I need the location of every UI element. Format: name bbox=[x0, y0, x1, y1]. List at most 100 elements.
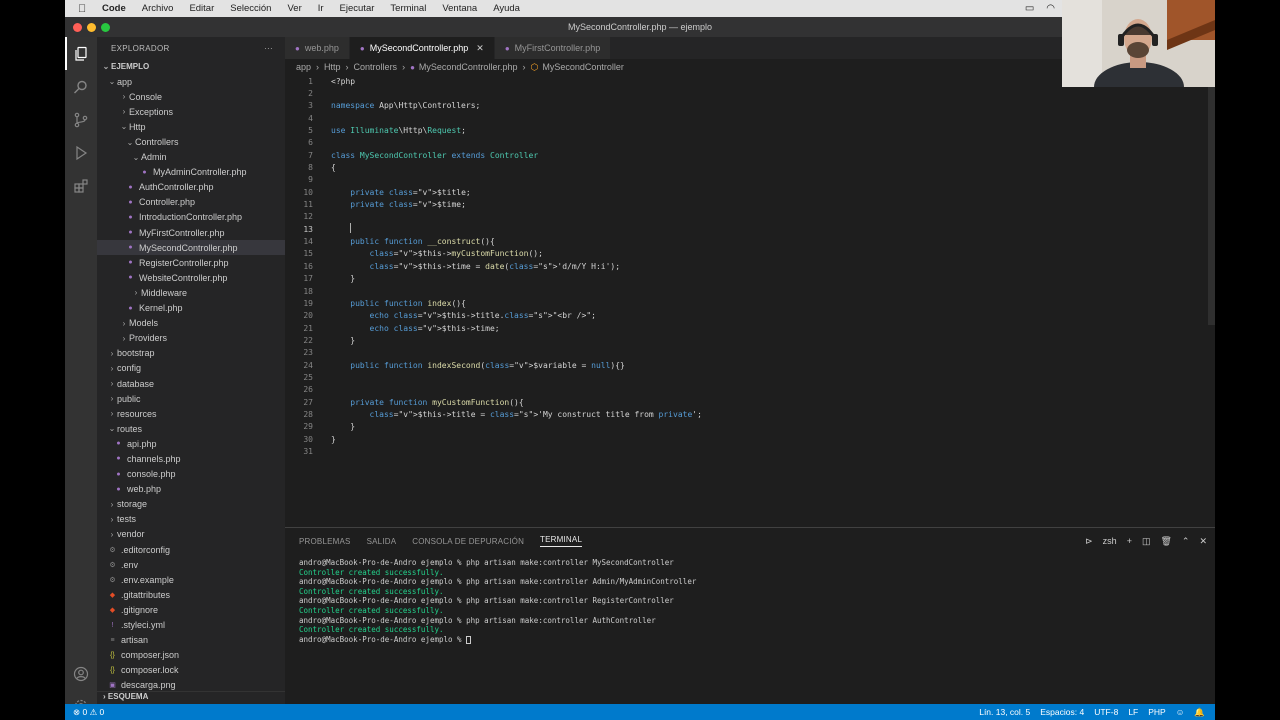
tree-folder[interactable]: › Providers bbox=[97, 331, 285, 346]
cursor-position[interactable]: Lín. 13, col. 5 bbox=[979, 707, 1030, 718]
tree-item-label: config bbox=[117, 363, 142, 374]
encoding-status[interactable]: UTF-8 bbox=[1094, 707, 1118, 718]
tree-folder[interactable]: › storage bbox=[97, 497, 285, 512]
extensions-icon[interactable] bbox=[65, 169, 97, 202]
code-editor[interactable]: 1 <?php 2 3 namespace App\Http\Controllers; 4… bbox=[285, 75, 1215, 525]
chevron-right-icon: › bbox=[134, 288, 138, 298]
tree-file[interactable]: ● channels.php bbox=[97, 451, 285, 466]
tree-folder[interactable]: › bootstrap bbox=[97, 346, 285, 361]
close-panel-icon[interactable]: ✕ bbox=[1199, 536, 1207, 547]
tree-folder[interactable]: › Models bbox=[97, 316, 285, 331]
tree-file[interactable]: ! .styleci.yml bbox=[97, 617, 285, 632]
eol-status[interactable]: LF bbox=[1128, 707, 1138, 718]
menu-seleccion[interactable]: Selección bbox=[230, 3, 271, 14]
tree-file[interactable]: ● Controller.php bbox=[97, 195, 285, 210]
explorer-activity-icon[interactable] bbox=[65, 37, 97, 70]
tree-folder[interactable]: ⌄ app bbox=[97, 74, 285, 89]
tree-file[interactable]: ● MyAdminController.php bbox=[97, 165, 285, 180]
search-activity-icon[interactable] bbox=[65, 70, 97, 103]
tree-file[interactable]: ⚙ .editorconfig bbox=[97, 542, 285, 557]
menu-ejecutar[interactable]: Ejecutar bbox=[340, 3, 375, 14]
new-terminal-icon[interactable]: + bbox=[1127, 536, 1132, 547]
feedback-icon[interactable]: ☺ bbox=[1176, 707, 1185, 718]
trash-icon[interactable]: 🗑 bbox=[1160, 536, 1171, 547]
tab-mysecondcontroller[interactable]: ● MySecondController.php ✕ bbox=[349, 37, 495, 59]
tree-file[interactable]: {} composer.lock bbox=[97, 663, 285, 678]
editor-scrollbar[interactable] bbox=[1208, 75, 1215, 325]
minimize-window-button[interactable] bbox=[87, 22, 96, 32]
tree-folder[interactable]: ⌄ Controllers bbox=[97, 134, 285, 149]
menu-ver[interactable]: Ver bbox=[287, 3, 301, 14]
notifications-bell-icon[interactable]: 🔔 bbox=[1194, 707, 1205, 718]
tree-file[interactable]: ● WebsiteController.php bbox=[97, 270, 285, 285]
tree-file[interactable]: {} composer.json bbox=[97, 648, 285, 663]
close-window-button[interactable] bbox=[73, 22, 82, 32]
menu-ir[interactable]: Ir bbox=[318, 3, 324, 14]
shell-selector[interactable]: zsh bbox=[1103, 536, 1117, 547]
tree-file[interactable]: ● RegisterController.php bbox=[97, 255, 285, 270]
maximize-panel-icon[interactable]: ⌃ bbox=[1182, 536, 1190, 547]
tab-myfirstcontroller[interactable]: ● MyFirstController.php bbox=[494, 37, 612, 59]
menu-terminal[interactable]: Terminal bbox=[390, 3, 426, 14]
menu-app-name[interactable]: Code bbox=[102, 3, 126, 14]
tree-folder[interactable]: › tests bbox=[97, 512, 285, 527]
apple-icon[interactable]:  bbox=[78, 3, 92, 15]
breadcrumb-item[interactable]: app bbox=[296, 62, 311, 72]
tree-folder[interactable]: › public bbox=[97, 391, 285, 406]
breadcrumb-item[interactable]: Controllers bbox=[354, 62, 398, 72]
line-number: 2 bbox=[308, 89, 313, 99]
tree-folder[interactable]: › database bbox=[97, 376, 285, 391]
run-debug-icon[interactable] bbox=[65, 136, 97, 169]
tree-folder[interactable]: › vendor bbox=[97, 527, 285, 542]
tab-web-php[interactable]: ● web.php bbox=[285, 37, 350, 59]
tab-output[interactable]: SALIDA bbox=[367, 537, 397, 546]
terminal-line-text: Controller created successfully. bbox=[299, 625, 444, 635]
tree-file[interactable]: ⚙ .env.example bbox=[97, 572, 285, 587]
more-actions-icon[interactable]: ··· bbox=[264, 44, 273, 53]
tree-folder[interactable]: › config bbox=[97, 361, 285, 376]
tree-file[interactable]: ≡ artisan bbox=[97, 633, 285, 648]
tree-file[interactable]: ● console.php bbox=[97, 467, 285, 482]
code-line: 30} bbox=[285, 433, 1215, 445]
language-mode[interactable]: PHP bbox=[1148, 707, 1165, 718]
problems-status[interactable]: ⊗ 0 ⚠ 0 bbox=[65, 707, 104, 718]
wifi-icon[interactable]: ◠ bbox=[1046, 3, 1055, 14]
indentation-status[interactable]: Espacios: 4 bbox=[1040, 707, 1084, 718]
tree-file[interactable]: ⚙ .env bbox=[97, 557, 285, 572]
tree-file[interactable]: ● MyFirstController.php bbox=[97, 225, 285, 240]
menu-ventana[interactable]: Ventana bbox=[442, 3, 477, 14]
tree-folder[interactable]: ⌄ Admin bbox=[97, 150, 285, 165]
tree-file[interactable]: ● MySecondController.php bbox=[97, 240, 285, 256]
tab-terminal[interactable]: TERMINAL bbox=[540, 535, 583, 547]
breadcrumb-item[interactable]: MySecondController.php bbox=[419, 62, 518, 72]
tree-file[interactable]: ◆ .gitignore bbox=[97, 602, 285, 617]
tree-file[interactable]: ● AuthController.php bbox=[97, 180, 285, 195]
menu-editar[interactable]: Editar bbox=[189, 3, 214, 14]
account-icon[interactable] bbox=[65, 657, 97, 690]
terminal-output[interactable]: andro@MacBook-Pro-de-Andro ejemplo % php… bbox=[285, 554, 1215, 644]
menu-archivo[interactable]: Archivo bbox=[142, 3, 174, 14]
tree-file[interactable]: ◆ .gitattributes bbox=[97, 587, 285, 602]
tree-file[interactable]: ● web.php bbox=[97, 482, 285, 497]
battery-icon[interactable]: ▭ bbox=[1025, 3, 1034, 14]
maximize-window-button[interactable] bbox=[101, 22, 110, 32]
tree-folder[interactable]: › Console bbox=[97, 89, 285, 104]
tab-problems[interactable]: PROBLEMAS bbox=[299, 537, 351, 546]
tree-folder[interactable]: ⌄ Http bbox=[97, 119, 285, 134]
breadcrumb-item[interactable]: Http bbox=[324, 62, 341, 72]
tab-debug-console[interactable]: CONSOLA DE DEPURACIÓN bbox=[412, 537, 524, 546]
tree-file[interactable]: ● api.php bbox=[97, 436, 285, 451]
tree-folder[interactable]: › Middleware bbox=[97, 285, 285, 300]
tree-file[interactable]: ● IntroductionController.php bbox=[97, 210, 285, 225]
tree-file[interactable]: ● Kernel.php bbox=[97, 301, 285, 316]
close-tab-icon[interactable]: ✕ bbox=[476, 43, 484, 54]
tree-folder[interactable]: ⌄ routes bbox=[97, 421, 285, 436]
outline-section[interactable]: › ESQUEMA bbox=[97, 691, 285, 704]
workspace-root[interactable]: ⌄ EJEMPLO bbox=[97, 59, 285, 74]
tree-folder[interactable]: › Exceptions bbox=[97, 104, 285, 119]
source-control-icon[interactable] bbox=[65, 103, 97, 136]
menu-ayuda[interactable]: Ayuda bbox=[493, 3, 520, 14]
split-terminal-icon[interactable]: ◫ bbox=[1142, 536, 1151, 547]
tree-folder[interactable]: › resources bbox=[97, 406, 285, 421]
breadcrumb-item[interactable]: MySecondController bbox=[542, 62, 624, 72]
